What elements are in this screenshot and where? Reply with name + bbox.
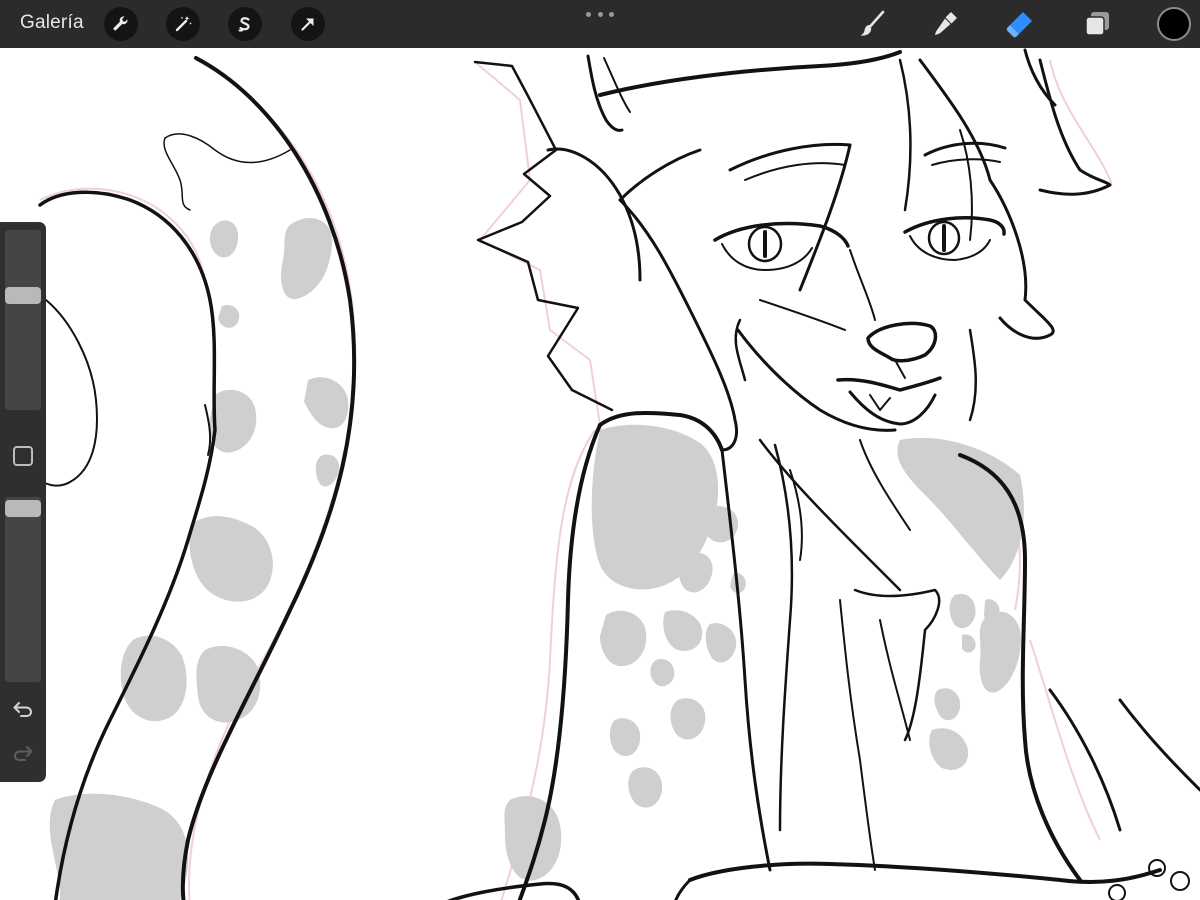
adjustments-button[interactable] — [166, 7, 200, 41]
undo-icon — [13, 702, 33, 717]
magic-wand-icon — [175, 16, 192, 32]
wrench-icon — [113, 16, 128, 31]
left-sidebar — [0, 222, 46, 782]
eraser-tool-button[interactable] — [1003, 7, 1037, 41]
dot-icon — [597, 11, 603, 17]
brush-size-thumb[interactable] — [5, 287, 41, 304]
undo-button[interactable] — [10, 698, 36, 720]
transform-arrow-icon — [301, 18, 314, 31]
selection-button[interactable] — [228, 7, 262, 41]
smudge-tool-button[interactable] — [928, 7, 962, 41]
actions-button[interactable] — [104, 7, 138, 41]
redo-button[interactable] — [10, 742, 36, 764]
eraser-icon — [1006, 12, 1032, 38]
opacity-thumb[interactable] — [5, 500, 41, 517]
color-picker-button[interactable] — [1157, 7, 1191, 41]
selection-icon — [238, 17, 250, 32]
top-toolbar: Galería — [0, 0, 1200, 48]
brush-icon — [860, 10, 885, 36]
dot-icon — [586, 11, 591, 17]
more-options-button[interactable] — [586, 9, 614, 19]
transform-button[interactable] — [291, 7, 325, 41]
layers-icon — [1085, 12, 1109, 36]
brush-tool-button[interactable] — [855, 7, 889, 41]
redo-icon — [13, 746, 33, 761]
layers-button[interactable] — [1080, 7, 1114, 41]
drawing-canvas[interactable] — [0, 48, 1200, 900]
opacity-slider[interactable] — [5, 497, 41, 682]
brush-size-slider[interactable] — [5, 230, 41, 410]
modify-button[interactable] — [13, 446, 33, 466]
smudge-icon — [935, 12, 957, 35]
gallery-button[interactable]: Galería — [20, 12, 84, 34]
dot-icon — [609, 11, 614, 17]
